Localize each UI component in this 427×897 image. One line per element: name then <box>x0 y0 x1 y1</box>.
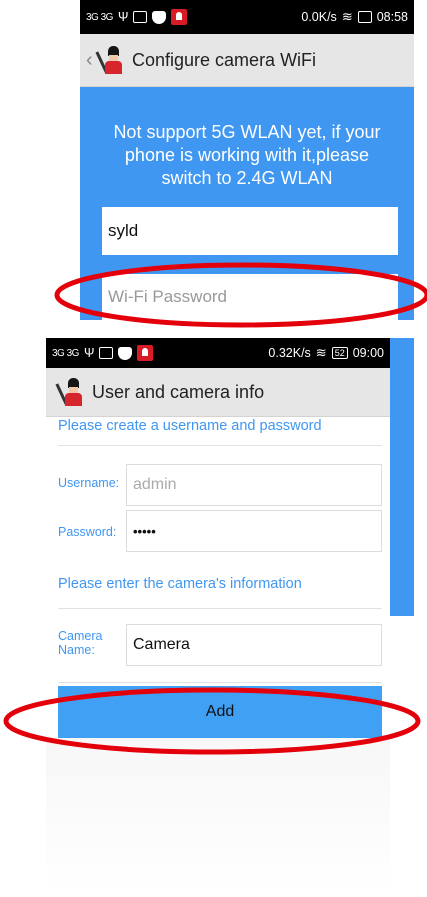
user-camera-info-screen: 3G 3G Ψ 0.32K/s ≋ 52 09:00 User and came… <box>46 338 390 897</box>
battery-icon <box>357 11 372 23</box>
image-icon <box>99 347 114 359</box>
page-title: Configure camera WiFi <box>132 49 317 70</box>
app-bar: ‹ Configure camera WiFi <box>80 34 414 87</box>
image-icon <box>133 11 148 23</box>
status-bar: 3G 3G Ψ 0.0K/s ≋ 08:58 <box>80 0 414 34</box>
username-input[interactable]: admin <box>126 464 382 506</box>
network-speed: 0.0K/s <box>301 10 337 24</box>
battery-icon: 52 <box>331 347 348 359</box>
shield-icon <box>118 346 133 360</box>
camera-name-input[interactable]: Camera <box>126 624 382 666</box>
network-speed: 0.32K/s <box>268 346 311 360</box>
clock: 08:58 <box>376 10 408 24</box>
shield-icon <box>152 10 167 24</box>
app-logo-icon <box>171 9 188 25</box>
wlan-notice-text: Not support 5G WLAN yet, if your phone i… <box>113 122 381 188</box>
empty-area <box>46 738 390 897</box>
wifi-password-input[interactable]: Wi-Fi Password <box>102 274 398 320</box>
wifi-icon: ≋ <box>315 345 327 360</box>
configure-wifi-screen: 3G 3G Ψ 0.0K/s ≋ 08:58 ‹ Configure camer… <box>80 0 414 320</box>
ssid-input[interactable]: syld <box>102 207 398 255</box>
wifi-icon: ≋ <box>341 9 353 24</box>
password-input[interactable]: ••••• <box>126 510 382 552</box>
app-logo-icon <box>137 345 154 361</box>
password-label: Password: <box>58 525 117 539</box>
clock: 09:00 <box>352 346 384 360</box>
username-label: Username: <box>58 476 120 490</box>
back-chevron-icon[interactable]: ‹ <box>86 50 96 70</box>
app-logo-icon <box>95 46 126 74</box>
app-logo-icon <box>55 378 86 406</box>
divider <box>58 682 382 683</box>
credentials-section-heading: Please create a username and password <box>58 418 322 434</box>
background-screen-edge <box>390 338 414 616</box>
divider <box>58 445 382 446</box>
app-bar: User and camera info <box>46 368 390 417</box>
camera-section-heading: Please enter the camera's information <box>58 576 302 592</box>
camera-name-label: Camera Name: <box>58 629 103 657</box>
divider <box>58 608 382 609</box>
signal-icon: 3G 3G <box>86 11 113 23</box>
usb-icon: Ψ <box>83 346 95 360</box>
add-button[interactable]: Add <box>58 686 382 738</box>
usb-icon: Ψ <box>117 10 129 24</box>
status-bar: 3G 3G Ψ 0.32K/s ≋ 52 09:00 <box>46 338 390 368</box>
signal-icon: 3G 3G <box>52 347 79 359</box>
page-title: User and camera info <box>92 381 265 402</box>
